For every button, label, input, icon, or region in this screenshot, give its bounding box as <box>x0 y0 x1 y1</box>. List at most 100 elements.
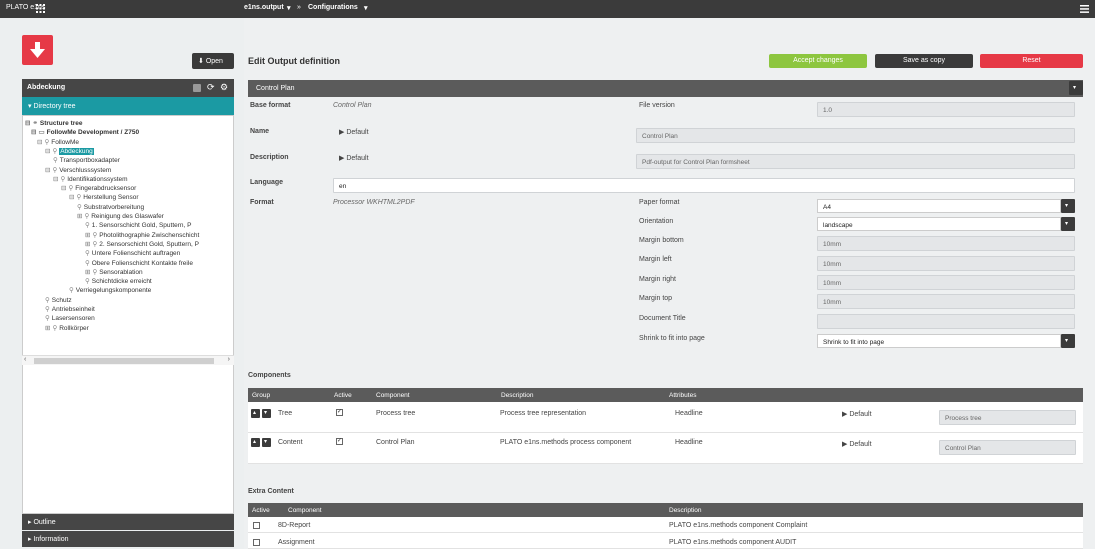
tree-item[interactable]: ⊟ ⚲ Fingerabdrucksensor <box>61 184 136 192</box>
file-version-field[interactable]: 1.0 <box>817 102 1075 117</box>
name-field[interactable]: Control Plan <box>636 128 1075 143</box>
arrow-down-icon <box>30 42 45 58</box>
tree-item[interactable]: ⊞ ⚲ Sensorablation <box>85 268 143 276</box>
directory-tree-header[interactable]: ▾ Directory tree <box>22 97 234 115</box>
scroll-thumb[interactable] <box>34 358 214 364</box>
margin-left-field[interactable]: 10mm <box>817 256 1075 271</box>
shrink-dropdown[interactable]: ▾ <box>1061 334 1075 348</box>
tree-item-label: Identifikationssystem <box>67 175 128 183</box>
move-up-button[interactable]: ▴ <box>251 409 260 418</box>
orientation-select[interactable]: landscape <box>817 217 1061 231</box>
open-button[interactable]: ⬇ Open <box>192 53 234 69</box>
document-title-field[interactable] <box>817 314 1075 329</box>
tree-item[interactable]: ⚲ Obere Folienschicht Kontakte freile <box>85 259 193 267</box>
tree-item[interactable]: ⚲ Lasersensoren <box>45 314 95 322</box>
collapse-icon[interactable]: ⊟ <box>61 185 66 192</box>
tree-item[interactable]: ⊟ ⚲ Abdeckung <box>45 147 94 155</box>
chevron-down-icon[interactable]: ▾ <box>287 4 291 12</box>
active-checkbox[interactable] <box>253 539 260 546</box>
arrow-up-icon: ▴ <box>253 439 257 445</box>
tree-item[interactable]: ⚲ Untere Folienschicht auftragen <box>85 249 180 257</box>
active-checkbox[interactable]: ✓ <box>336 438 343 445</box>
attribute-default-toggle[interactable]: ▶ Default <box>842 440 872 448</box>
collapse-icon[interactable]: ⊟ <box>45 167 50 174</box>
base-format-value: Control Plan <box>333 102 372 109</box>
tree-node-icon: ⚲ <box>44 138 50 146</box>
tree-item-label: Reinigung des Glaswafer <box>91 213 164 220</box>
tree-item[interactable]: ⊟ ⚲ Identifikationssystem <box>53 175 128 183</box>
output-type-select[interactable]: Control Plan <box>248 80 1083 97</box>
tree-item[interactable]: ⚲ Antriebseinheit <box>45 305 95 313</box>
expand-icon[interactable]: ⊞ <box>45 325 50 332</box>
expand-icon[interactable]: ⊞ <box>77 213 82 220</box>
move-down-button[interactable]: ▾ <box>262 438 271 447</box>
col-group: Group <box>252 392 271 399</box>
paper-format-dropdown[interactable]: ▾ <box>1061 199 1075 213</box>
paper-format-select[interactable]: A4 <box>817 199 1061 213</box>
margin-right-field[interactable]: 10mm <box>817 275 1075 290</box>
apps-grid-icon[interactable] <box>36 4 45 13</box>
tree-item[interactable]: ⚲ Schichtdicke erreicht <box>85 277 152 285</box>
horizontal-scrollbar[interactable]: ‹ › <box>22 355 234 365</box>
tree-item[interactable]: ⚲ Verriegelungskomponente <box>69 286 151 294</box>
tree-item[interactable]: ⊞ ⚲ Photolithographie Zwischenschicht <box>85 231 199 239</box>
collapse-icon[interactable]: ⊟ <box>53 176 58 183</box>
component-cell: Control Plan <box>376 439 415 446</box>
headline-field[interactable]: Control Plan <box>939 440 1076 455</box>
scroll-right-icon[interactable]: › <box>228 356 230 363</box>
move-up-button[interactable]: ▴ <box>251 438 260 447</box>
shrink-select[interactable]: Shrink to fit into page <box>817 334 1061 348</box>
collapse-icon[interactable]: ⊟ <box>25 120 30 127</box>
hamburger-menu-icon[interactable] <box>1080 5 1089 13</box>
accept-changes-button[interactable]: Accept changes <box>769 54 867 68</box>
breadcrumb-configurations[interactable]: Configurations <box>308 4 358 11</box>
refresh-icon[interactable]: ⟳ <box>207 82 215 93</box>
active-checkbox[interactable] <box>253 522 260 529</box>
breadcrumb-output[interactable]: e1ns.output <box>244 4 284 11</box>
tree-item[interactable]: ⚲ Transportboxadapter <box>53 156 120 164</box>
download-button[interactable] <box>22 35 53 65</box>
tree-item[interactable]: ⊞ ⚲ Rollkörper <box>45 324 89 332</box>
language-field[interactable]: en <box>333 178 1075 193</box>
collapse-icon[interactable]: ⊟ <box>45 148 50 155</box>
outline-section[interactable]: ▸ Outline <box>22 514 234 530</box>
information-section[interactable]: ▸ Information <box>22 531 234 547</box>
headline-field[interactable]: Process tree <box>939 410 1076 425</box>
tree-item[interactable]: ⊟ ⚲ Herstellung Sensor <box>69 193 139 201</box>
name-default-toggle[interactable]: ▶ Default <box>339 128 369 136</box>
tree-item[interactable]: ⊟ ▭ FollowMe Development / Z750 <box>31 128 139 136</box>
expand-icon[interactable]: ⊞ <box>85 241 90 248</box>
orientation-dropdown[interactable]: ▾ <box>1061 217 1075 231</box>
collapse-icon[interactable]: ⊟ <box>31 129 36 136</box>
margin-top-field[interactable]: 10mm <box>817 294 1075 309</box>
collapse-icon[interactable]: ⊟ <box>37 139 42 146</box>
description-default-toggle[interactable]: ▶ Default <box>339 154 369 162</box>
reset-button[interactable]: Reset <box>980 54 1083 68</box>
tree-item[interactable]: ⊟ ⚭ Structure tree <box>25 119 83 127</box>
attribute-default-toggle[interactable]: ▶ Default <box>842 410 872 418</box>
tree-item[interactable]: ⊟ ⚲ Verschlusssystem <box>45 166 111 174</box>
tree-item[interactable]: ⚲ Schutz <box>45 296 72 304</box>
tree-item-label: Schutz <box>51 296 72 304</box>
tree-item[interactable]: ⚲ Substratvorbereitung <box>77 203 144 211</box>
arrow-down-icon: ▾ <box>264 439 268 445</box>
collapse-icon[interactable]: ⊟ <box>69 194 74 201</box>
component-cell: Assignment <box>278 539 315 546</box>
tree-item[interactable]: ⊟ ⚲ FollowMe <box>37 138 79 146</box>
chevron-down-icon[interactable]: ▾ <box>364 4 368 12</box>
dropdown-toggle[interactable]: ▾ <box>1069 81 1083 95</box>
caret-down-icon: ▾ <box>28 103 32 110</box>
expand-icon[interactable]: ⊞ <box>85 269 90 276</box>
save-as-copy-button[interactable]: Save as copy <box>875 54 973 68</box>
move-down-button[interactable]: ▾ <box>262 409 271 418</box>
settings-icon[interactable]: ⚙ <box>220 82 228 93</box>
info-icon[interactable] <box>193 84 201 92</box>
description-field[interactable]: Pdf-output for Control Plan formsheet <box>636 154 1075 169</box>
expand-icon[interactable]: ⊞ <box>85 232 90 239</box>
tree-item[interactable]: ⊞ ⚲ 2. Sensorschicht Gold, Sputtern, P <box>85 240 199 248</box>
margin-bottom-field[interactable]: 10mm <box>817 236 1075 251</box>
tree-item[interactable]: ⊞ ⚲ Reinigung des Glaswafer <box>77 212 164 220</box>
active-checkbox[interactable]: ✓ <box>336 409 343 416</box>
tree-item[interactable]: ⚲ 1. Sensorschicht Gold, Sputtern, P <box>85 221 191 229</box>
scroll-left-icon[interactable]: ‹ <box>24 356 26 363</box>
